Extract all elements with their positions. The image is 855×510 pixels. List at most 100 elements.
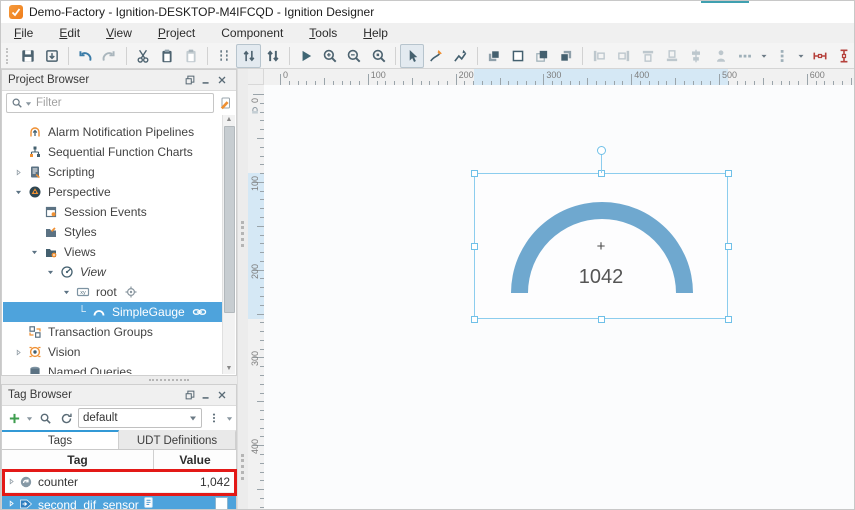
zoom-in-button[interactable] [318, 44, 342, 68]
anchor-button[interactable] [709, 44, 733, 68]
match-width-button[interactable] [808, 44, 832, 68]
menu-tools[interactable]: Tools [296, 23, 350, 43]
close-panel-button[interactable] [214, 72, 230, 88]
kebab-caret-icon[interactable] [226, 415, 233, 422]
preview-mode-button[interactable] [261, 44, 285, 68]
selection-handle[interactable] [471, 170, 478, 177]
distribute-vertical-button[interactable] [770, 44, 794, 68]
redo-button[interactable] [97, 44, 121, 68]
tag-provider-select[interactable]: default [78, 408, 202, 428]
cut-button[interactable] [130, 44, 154, 68]
expander-open-icon[interactable] [41, 268, 59, 277]
tree-item-sequential-function-charts[interactable]: Sequential Function Charts [3, 142, 223, 162]
tree-item-view[interactable]: View [3, 262, 223, 282]
bring-forward-button[interactable] [530, 44, 554, 68]
undo-button[interactable] [73, 44, 97, 68]
menu-help[interactable]: Help [350, 23, 401, 43]
menu-edit[interactable]: Edit [46, 23, 93, 43]
expander-open-icon[interactable] [57, 288, 75, 297]
pointer-button[interactable] [400, 44, 424, 68]
add-tag-caret-icon[interactable] [26, 415, 33, 422]
expander-closed-icon[interactable] [9, 168, 27, 177]
menu-view[interactable]: View [93, 23, 145, 43]
tab-udt-definitions[interactable]: UDT Definitions [119, 430, 236, 449]
save-project-button[interactable] [40, 44, 64, 68]
design-surface[interactable]: + 1042 [264, 85, 855, 510]
selection-handle[interactable] [725, 316, 732, 323]
menu-file[interactable]: File [1, 23, 46, 43]
project-filter-input[interactable] [34, 96, 209, 110]
float-panel-button[interactable] [182, 387, 198, 403]
tree-item-session-events[interactable]: Session Events [3, 202, 223, 222]
rotation-handle[interactable] [597, 146, 606, 155]
selection-handle[interactable] [471, 316, 478, 323]
tree-item-views[interactable]: Views [3, 242, 223, 262]
expander-closed-icon[interactable] [4, 477, 18, 486]
tree-item-transaction-groups[interactable]: Transaction Groups [3, 322, 223, 342]
scroll-down-icon[interactable]: ▼ [223, 364, 235, 374]
selection-handle[interactable] [725, 243, 732, 250]
align-center-button[interactable] [684, 44, 708, 68]
edit-locate-icon[interactable] [218, 96, 232, 110]
project-filter-box[interactable] [6, 93, 214, 113]
align-right-button[interactable] [612, 44, 636, 68]
tag-options-kebab-button[interactable] [205, 409, 223, 427]
align-bottom-button[interactable] [660, 44, 684, 68]
expander-open-icon[interactable] [25, 248, 43, 257]
tag-row-counter[interactable]: counter1,042 [2, 471, 236, 493]
refresh-tags-button[interactable] [57, 409, 75, 427]
menu-component[interactable]: Component [208, 23, 296, 43]
tag-row-second_dif_sensor[interactable]: second_dif_sensor [2, 493, 236, 510]
tree-item-simplegauge[interactable]: └SimpleGauge [3, 302, 223, 322]
column-header-value[interactable]: Value [154, 450, 236, 470]
send-backward-button[interactable] [554, 44, 578, 68]
zoom-actual-button[interactable] [367, 44, 391, 68]
project-tree-scrollbar[interactable]: ▲ ▼ [222, 115, 235, 374]
play-button[interactable] [294, 44, 318, 68]
tab-tags[interactable]: Tags [2, 430, 119, 449]
add-tag-button[interactable] [5, 409, 23, 427]
tree-item-vision[interactable]: Vision [3, 342, 223, 362]
selection-handle[interactable] [598, 316, 605, 323]
toolbar-grip[interactable] [6, 48, 13, 64]
scrollbar-thumb[interactable] [224, 126, 235, 313]
minimize-panel-button[interactable] [198, 387, 214, 403]
float-panel-button[interactable] [182, 72, 198, 88]
send-to-back-button[interactable] [506, 44, 530, 68]
polyline-tool-button[interactable] [448, 44, 472, 68]
align-top-button[interactable] [636, 44, 660, 68]
paste-button[interactable] [179, 44, 203, 68]
copy-button[interactable] [155, 44, 179, 68]
zoom-out-button[interactable] [342, 44, 366, 68]
selection-handle[interactable] [471, 243, 478, 250]
search-tags-button[interactable] [36, 409, 54, 427]
distribute-horizontal-button[interactable] [733, 44, 757, 68]
menu-project[interactable]: Project [145, 23, 208, 43]
minimize-panel-button[interactable] [198, 72, 214, 88]
match-height-button[interactable] [832, 44, 855, 68]
tree-item-root[interactable]: xyroot [3, 282, 223, 302]
save-button[interactable] [16, 44, 40, 68]
scroll-up-icon[interactable]: ▲ [223, 115, 235, 125]
tree-item-styles[interactable]: Styles [3, 222, 223, 242]
column-header-tag[interactable]: Tag [2, 450, 154, 470]
expander-closed-icon[interactable] [9, 348, 27, 357]
caret-down-button[interactable] [757, 44, 770, 68]
selection-handle[interactable] [725, 170, 732, 177]
tree-item-named-queries[interactable]: Named Queries [3, 362, 223, 374]
tree-item-scripting[interactable]: Scripting [3, 162, 223, 182]
guides-button[interactable] [212, 44, 236, 68]
expander-open-icon[interactable] [9, 188, 27, 197]
path-tool-button[interactable] [424, 44, 448, 68]
close-panel-button[interactable] [214, 387, 230, 403]
preview-toggle-button[interactable] [236, 44, 260, 68]
align-left-button[interactable] [587, 44, 611, 68]
bring-to-front-button[interactable] [481, 44, 505, 68]
panel-splitter-horizontal[interactable] [1, 376, 237, 384]
simple-gauge-component[interactable]: + 1042 [474, 173, 728, 319]
tree-item-perspective[interactable]: Perspective [3, 182, 223, 202]
tag-value-checkbox[interactable] [215, 497, 228, 510]
caret-down-button[interactable] [794, 44, 807, 68]
tree-item-alarm-notification-pipelines[interactable]: Alarm Notification Pipelines [3, 122, 223, 142]
expander-closed-icon[interactable] [4, 499, 18, 508]
